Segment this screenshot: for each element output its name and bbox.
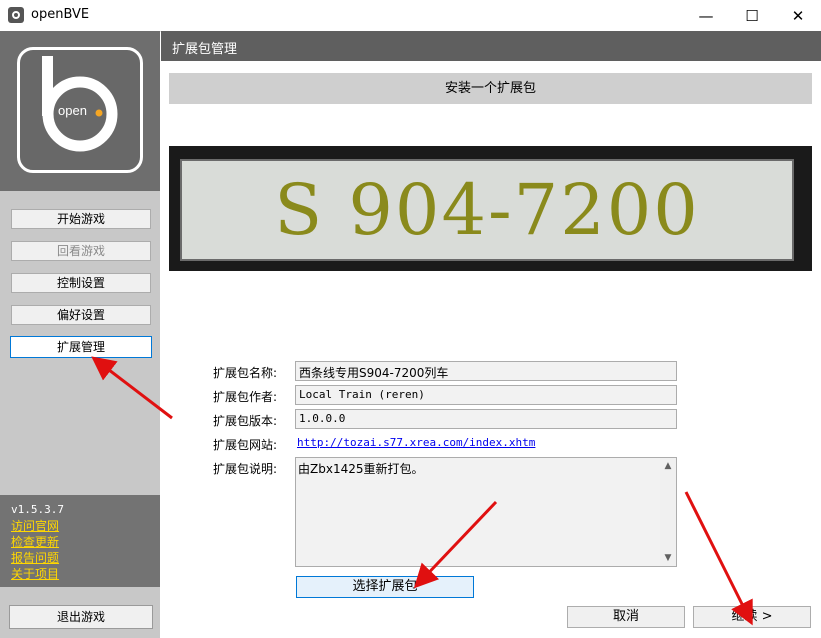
app-icon [8,7,24,23]
package-author-label: 扩展包作者: [213,390,278,404]
package-name-label: 扩展包名称: [213,366,278,380]
close-icon[interactable]: ✕ [775,0,821,31]
maximize-icon[interactable]: ☐ [729,0,775,31]
preview-text: S 904-7200 [274,169,700,251]
logo-text: open [58,103,87,118]
scroll-up-icon[interactable]: ▲ [660,458,676,474]
section-title: 安装一个扩展包 [169,73,812,104]
about-link[interactable]: 关于项目 [11,565,59,582]
page-header [161,31,821,61]
exit-game-button[interactable]: 退出游戏 [9,605,153,629]
window-title: openBVE [31,7,90,22]
select-package-button[interactable]: 选择扩展包 [296,576,474,598]
preferences-button[interactable]: 偏好设置 [11,305,151,325]
start-game-button[interactable]: 开始游戏 [11,209,151,229]
package-manager-button[interactable]: 扩展管理 [10,336,152,358]
package-name-field[interactable]: 西条线专用S904-7200列车 [295,361,677,381]
package-author-field[interactable]: Local Train (reren) [295,385,677,405]
report-problem-link[interactable]: 报告问题 [11,549,59,566]
continue-button[interactable]: 继续 > [693,606,811,628]
package-version-label: 扩展包版本: [213,414,278,428]
cancel-button[interactable]: 取消 [567,606,685,628]
check-updates-link[interactable]: 检查更新 [11,533,59,550]
visit-website-link[interactable]: 访问官网 [11,517,59,534]
package-website-link[interactable]: http://tozai.s77.xrea.com/index.xhtm [297,436,535,449]
minimize-icon[interactable]: — [683,0,729,31]
package-description-label: 扩展包说明: [213,462,278,476]
package-website-label: 扩展包网站: [213,438,278,452]
package-version-field[interactable]: 1.0.0.0 [295,409,677,429]
version-label: v1.5.3.7 [11,503,64,516]
arrow-to-continue-button [684,491,753,626]
package-preview-image: S 904-7200 [180,159,794,261]
openbve-logo: open [17,47,143,173]
package-description-text: 由Zbx1425重新打包。 [298,462,424,476]
review-game-button[interactable]: 回看游戏 [11,241,151,261]
page-title: 扩展包管理 [172,42,238,57]
controls-settings-button[interactable]: 控制设置 [11,273,151,293]
scroll-down-icon[interactable]: ▼ [660,550,676,566]
